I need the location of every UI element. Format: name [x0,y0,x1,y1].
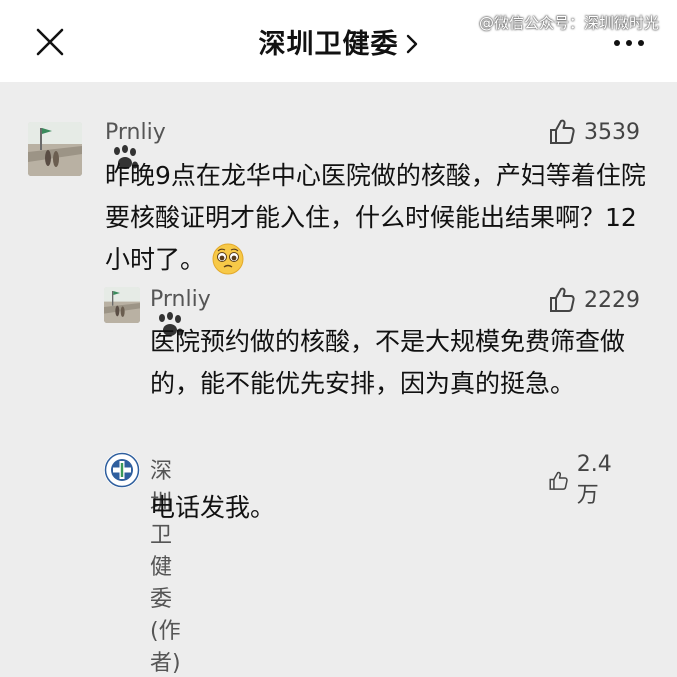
pleading-face-icon [212,243,244,275]
like-count: 2229 [584,287,640,313]
watermark: @微信公众号：深圳微时光 [478,14,659,32]
avatar[interactable] [104,287,140,323]
health-commission-logo [104,452,140,488]
page-title: 深圳卫健委 [258,29,399,60]
like-button[interactable]: 3539 [548,118,640,146]
like-count: 3539 [584,119,640,145]
comment-text: 医院预约做的核酸，不是大规模免费筛查做的，能不能优先安排，因为真的挺急。 [150,327,626,398]
header-bar: 深圳卫健委 @微信公众号：深圳微时光 [0,0,677,82]
comment-text: 电话发我。 [150,493,276,522]
avatar[interactable] [104,452,140,488]
avatar[interactable] [28,122,82,176]
chevron-right-icon [406,34,417,54]
like-button[interactable]: 2229 [548,286,640,314]
thumbs-up-icon [550,119,575,144]
more-dots-icon[interactable] [612,38,646,48]
comment-text: 昨晚9点在龙华中心医院做的核酸，产妇等着住院要核酸证明才能入住，什么时候能出结果… [105,161,646,275]
thumbs-up-icon [550,287,575,312]
